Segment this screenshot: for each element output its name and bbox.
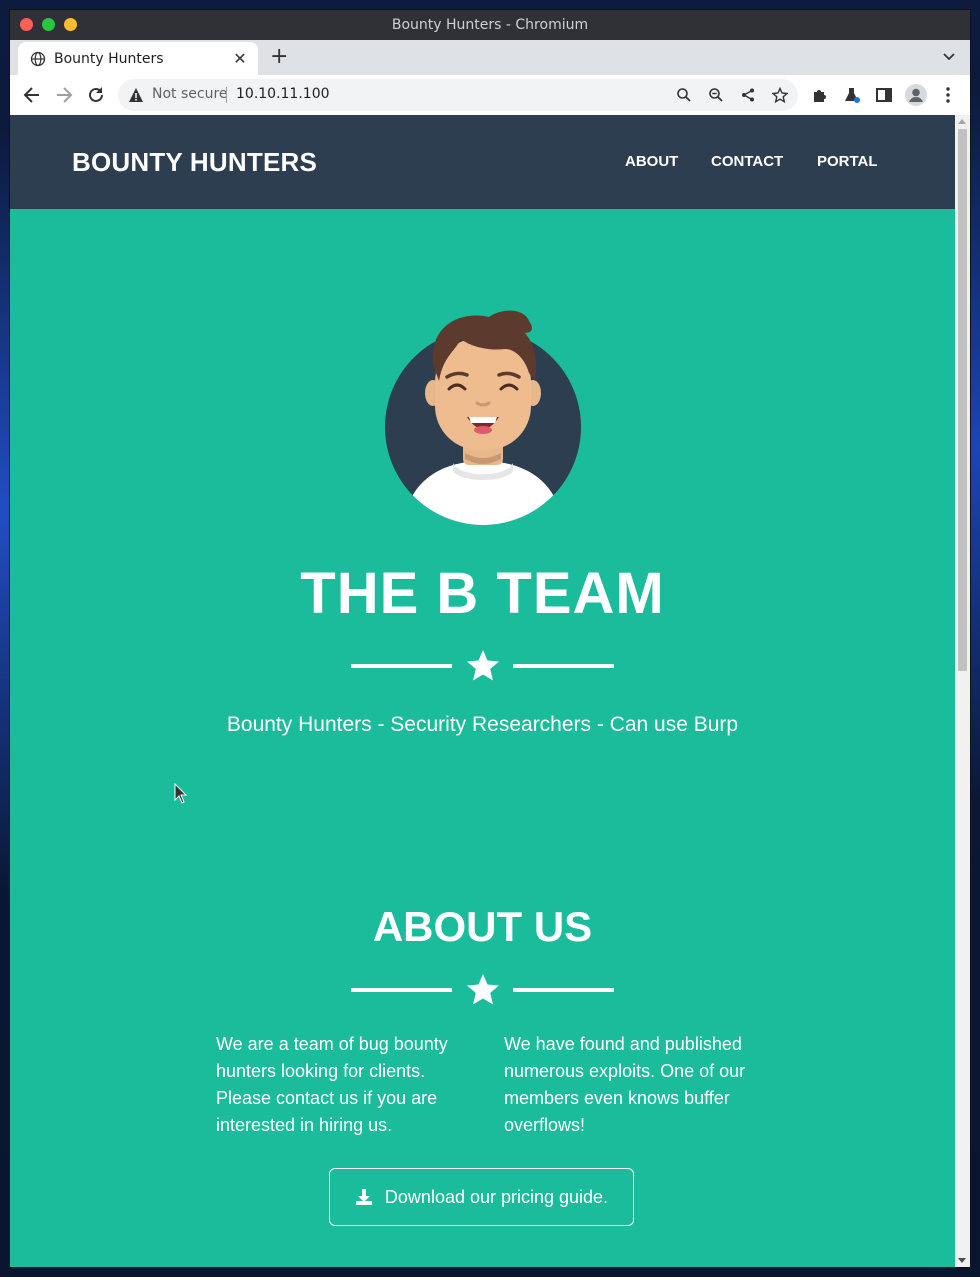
extensions-icon[interactable] [810, 85, 830, 105]
scroll-down-arrow-icon[interactable] [958, 1258, 966, 1263]
warning-icon[interactable] [128, 87, 144, 103]
address-bar[interactable]: Not secure 10.10.11.100 [118, 79, 798, 111]
new-tab-icon[interactable]: + [270, 46, 288, 68]
team-avatar-image [385, 310, 581, 525]
nav-link-portal[interactable]: PORTAL [817, 153, 878, 170]
download-pricing-guide-button[interactable]: Download our pricing guide. [329, 1168, 634, 1226]
close-icon[interactable]: ✕ [232, 50, 248, 67]
title-bar: Bounty Hunters - Chromium [10, 10, 970, 40]
scrollbar-thumb[interactable] [958, 129, 967, 671]
brand-logo-link[interactable]: BOUNTY HUNTERS [72, 147, 317, 178]
url-text[interactable]: 10.10.11.100 [236, 86, 330, 102]
maximize-window-button[interactable] [42, 18, 55, 31]
hero-title: THE B TEAM [300, 561, 665, 626]
scroll-up-arrow-icon[interactable] [958, 119, 966, 124]
divider-line [351, 988, 452, 992]
menu-dots-icon[interactable] [938, 85, 958, 105]
nav-link-about[interactable]: ABOUT [625, 153, 678, 170]
reload-icon[interactable] [86, 85, 106, 105]
share-icon[interactable] [740, 87, 756, 103]
browser-window: Bounty Hunters - Chromium Bounty Hunters… [10, 10, 970, 1267]
download-button-label: Download our pricing guide. [384, 1186, 609, 1207]
mouse-cursor-icon [174, 783, 188, 804]
browser-toolbar: Not secure 10.10.11.100 [10, 75, 970, 116]
globe-icon [30, 51, 46, 66]
divider-line [513, 664, 614, 668]
zoom-out-icon[interactable] [708, 87, 724, 103]
about-text-left: We are a team of bug bounty hunters look… [216, 1034, 448, 1135]
nav-link-contact[interactable]: CONTACT [711, 153, 783, 170]
minimize-window-button[interactable] [64, 18, 77, 31]
hero-tagline: Bounty Hunters - Security Researchers - … [226, 713, 739, 736]
bookmark-star-icon[interactable] [772, 87, 788, 103]
star-icon [467, 974, 499, 1005]
divider-line [351, 664, 452, 668]
star-divider [351, 973, 614, 1007]
tab-bounty-hunters[interactable]: Bounty Hunters ✕ [18, 42, 258, 75]
page-scrollbar[interactable] [955, 115, 970, 1267]
back-icon[interactable] [22, 85, 42, 105]
about-section-title: ABOUT US [372, 903, 593, 950]
separator [226, 87, 227, 103]
divider-line [513, 988, 614, 992]
star-divider [351, 649, 614, 683]
close-window-button[interactable] [20, 18, 33, 31]
profile-avatar-icon[interactable] [904, 83, 928, 107]
site-navbar: BOUNTY HUNTERS ABOUT CONTACT PORTAL [10, 115, 955, 209]
window-title: Bounty Hunters - Chromium [391, 17, 589, 33]
tab-title: Bounty Hunters [54, 50, 164, 67]
search-icon[interactable] [676, 87, 692, 103]
star-icon [467, 650, 499, 681]
download-icon [355, 1189, 372, 1205]
forward-icon[interactable] [54, 85, 74, 105]
side-panel-icon[interactable] [874, 85, 894, 105]
page-viewport: BOUNTY HUNTERS ABOUT CONTACT PORTAL THE … [10, 115, 955, 1267]
tab-strip: Bounty Hunters ✕ + [10, 40, 970, 75]
about-text-right: We have found and published numerous exp… [504, 1034, 746, 1135]
labs-flask-icon[interactable] [842, 85, 862, 105]
chevron-down-icon[interactable] [942, 50, 956, 64]
security-status[interactable]: Not secure [152, 86, 228, 102]
